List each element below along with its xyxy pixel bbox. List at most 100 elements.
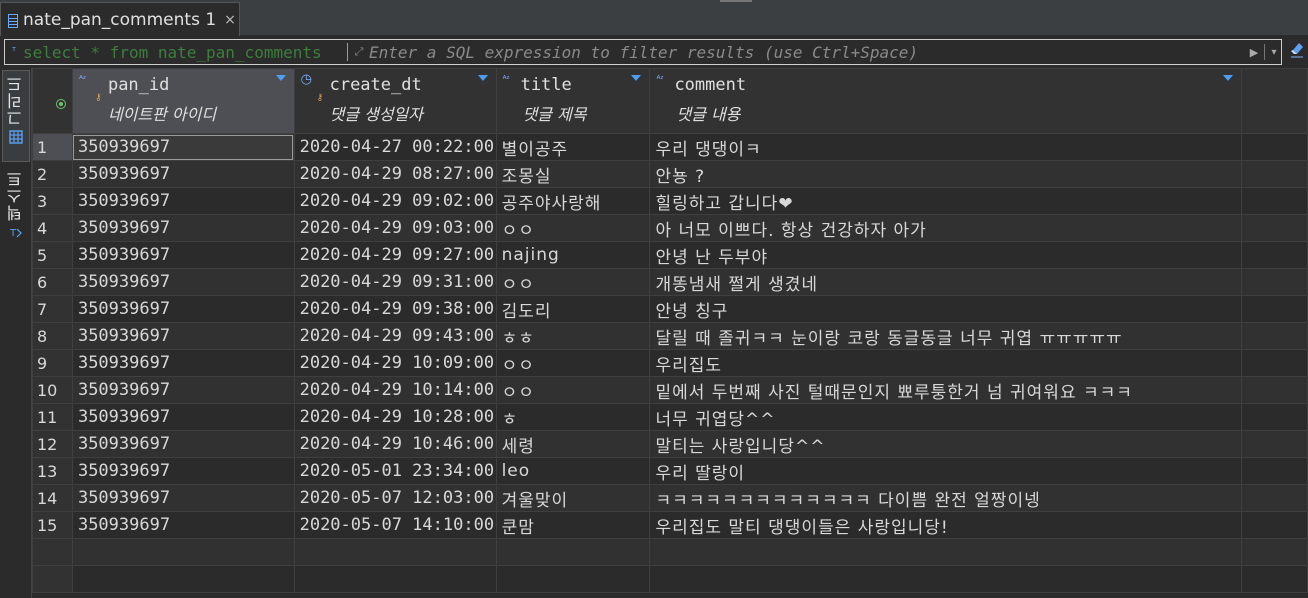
apply-filter-icon[interactable]: ▶ — [1246, 46, 1262, 59]
cell-create-dt[interactable]: 2020-05-07 14:10:00 — [293, 511, 497, 539]
sort-icon[interactable] — [275, 75, 286, 81]
sort-icon[interactable] — [1223, 75, 1234, 81]
cell-title[interactable]: ㅎㅎ — [495, 322, 651, 350]
row-number[interactable]: 14 — [32, 484, 73, 512]
row-number[interactable]: 8 — [32, 322, 73, 350]
row-number[interactable]: 7 — [32, 295, 73, 323]
chevron-down-icon[interactable]: ▾ — [1267, 47, 1281, 58]
cell-comment[interactable]: 아 너모 이쁘다. 항상 건강하자 아가 — [649, 214, 1243, 242]
cell-title[interactable]: 김도리 — [495, 295, 651, 323]
row-number[interactable]: 13 — [32, 457, 73, 485]
row-number-header[interactable] — [32, 68, 73, 134]
table-row[interactable]: 13 350939697 2020-05-01 23:34:00 leo 우리 딸랑이 — [32, 457, 1308, 485]
cell-create-dt[interactable]: 2020-04-29 10:46:00 — [293, 430, 497, 458]
cell-comment[interactable]: 우리 딸랑이 — [649, 457, 1243, 485]
cell-title[interactable]: 별이공주 — [495, 133, 651, 161]
panel-resize-handle[interactable] — [720, 0, 752, 2]
cell-pan-id[interactable]: 350939697 — [71, 403, 295, 431]
tab-grid[interactable]: 그리드 — [2, 70, 30, 162]
cell-title[interactable]: 겨울맞이 — [495, 484, 651, 512]
cell-title[interactable]: 공주야사랑해 — [495, 187, 651, 215]
table-row[interactable]: 6 350939697 2020-04-29 09:31:00 ㅇㅇ 개똥냄새 쩔게 생… — [32, 268, 1308, 296]
cell-title[interactable]: 쿤맘 — [495, 511, 651, 539]
row-number[interactable]: 10 — [32, 376, 73, 404]
cell-pan-id[interactable]: 350939697 — [71, 322, 295, 350]
cell-create-dt[interactable]: 2020-04-29 09:43:00 — [293, 322, 497, 350]
cell-title[interactable]: ㅇㅇ — [495, 376, 651, 404]
cell-pan-id[interactable]: 350939697 — [71, 268, 295, 296]
cell-pan-id[interactable]: 350939697 — [71, 430, 295, 458]
cell-pan-id[interactable]: 350939697 — [71, 376, 295, 404]
cell-create-dt[interactable]: 2020-04-29 09:38:00 — [293, 295, 497, 323]
sort-icon[interactable] — [477, 75, 488, 81]
cell-comment[interactable]: 달릴 때 졸귀ㅋㅋ 눈이랑 코랑 동글동글 너무 귀엽 ㅠㅠㅠㅠㅠ — [649, 322, 1243, 350]
cell-pan-id[interactable]: 350939697 — [71, 133, 295, 161]
cell-comment[interactable]: 안뇽 ? — [649, 160, 1243, 188]
cell-title[interactable]: ㅇㅇ — [495, 349, 651, 377]
table-row[interactable]: 8 350939697 2020-04-29 09:43:00 ㅎㅎ 달릴 때 졸귀ㅋㅋ… — [32, 322, 1308, 350]
cell-comment[interactable]: 밑에서 두번째 사진 털때문인지 뾰루퉁한거 넘 귀여워요 ㅋㅋㅋ — [649, 376, 1243, 404]
column-header-create-dt[interactable]: ◷ ⚷ create_dt 댓글 생성일자 — [293, 68, 497, 134]
cell-pan-id[interactable]: 350939697 — [71, 160, 295, 188]
cell-title[interactable]: najing — [495, 241, 651, 269]
cell-comment[interactable]: 우리 댕댕이ㅋ — [649, 133, 1243, 161]
cell-create-dt[interactable]: 2020-04-29 09:02:00 — [293, 187, 497, 215]
table-row[interactable]: 4 350939697 2020-04-29 09:03:00 ㅇㅇ 아 너모 이쁘다.… — [32, 214, 1308, 242]
expand-icon[interactable]: ⤢ — [351, 45, 367, 59]
cell-comment[interactable]: 우리집도 말티 댕댕이들은 사랑입니당! — [649, 511, 1243, 539]
filter-input[interactable] — [367, 41, 1246, 63]
table-row[interactable]: 5 350939697 2020-04-29 09:27:00 najing 안녕 난 … — [32, 241, 1308, 269]
row-number[interactable]: 2 — [32, 160, 73, 188]
row-number[interactable]: 12 — [32, 430, 73, 458]
table-row[interactable]: 15 350939697 2020-05-07 14:10:00 쿤맘 우리집도 말티 … — [32, 511, 1308, 539]
cell-title[interactable]: 조몽실 — [495, 160, 651, 188]
cell-create-dt[interactable]: 2020-04-29 10:28:00 — [293, 403, 497, 431]
row-number[interactable]: 6 — [32, 268, 73, 296]
cell-title[interactable]: leo — [495, 457, 651, 485]
cell-comment[interactable]: ㅋㅋㅋㅋㅋㅋㅋㅋㅋㅋㅋㅋㅋ 다이쁨 완전 얼짱이넹 — [649, 484, 1243, 512]
cell-pan-id[interactable]: 350939697 — [71, 241, 295, 269]
row-number[interactable]: 3 — [32, 187, 73, 215]
row-number[interactable]: 5 — [32, 241, 73, 269]
table-row[interactable]: 11 350939697 2020-04-29 10:28:00 ㅎ 너무 귀엽당^^ — [32, 403, 1308, 431]
cell-pan-id[interactable]: 350939697 — [71, 187, 295, 215]
tab-text[interactable]: 텍스트 T — [2, 166, 30, 252]
table-row[interactable]: 9 350939697 2020-04-29 10:09:00 ㅇㅇ 우리집도 — [32, 349, 1308, 377]
select-all-icon[interactable] — [56, 99, 66, 109]
cell-pan-id[interactable]: 350939697 — [71, 349, 295, 377]
cell-title[interactable]: ㅇㅇ — [495, 268, 651, 296]
cell-comment[interactable]: 우리집도 — [649, 349, 1243, 377]
cell-create-dt[interactable]: 2020-04-27 00:22:00 — [293, 133, 497, 161]
table-row[interactable]: 12 350939697 2020-04-29 10:46:00 세령 말티는 사랑입니… — [32, 430, 1308, 458]
cell-comment[interactable]: 개똥냄새 쩔게 생겼네 — [649, 268, 1243, 296]
close-icon[interactable]: × — [224, 12, 236, 28]
cell-create-dt[interactable]: 2020-04-29 08:27:00 — [293, 160, 497, 188]
cell-title[interactable]: 세령 — [495, 430, 651, 458]
cell-comment[interactable]: 안녕 난 두부야 — [649, 241, 1243, 269]
cell-comment[interactable]: 힐링하고 갑니다❤ — [649, 187, 1243, 215]
cell-create-dt[interactable]: 2020-04-29 09:27:00 — [293, 241, 497, 269]
row-number[interactable]: 15 — [32, 511, 73, 539]
table-row[interactable]: 1 350939697 2020-04-27 00:22:00 별이공주 우리 댕댕이ㅋ — [32, 133, 1308, 161]
cell-pan-id[interactable]: 350939697 — [71, 214, 295, 242]
cell-pan-id[interactable]: 350939697 — [71, 484, 295, 512]
results-tab[interactable]: nate_pan_comments 1 × — [0, 2, 240, 36]
table-row[interactable]: 2 350939697 2020-04-29 08:27:00 조몽실 안뇽 ? — [32, 160, 1308, 188]
row-number[interactable]: 1 — [32, 133, 73, 161]
cell-create-dt[interactable]: 2020-04-29 10:09:00 — [293, 349, 497, 377]
cell-pan-id[interactable]: 350939697 — [71, 511, 295, 539]
cell-create-dt[interactable]: 2020-04-29 09:31:00 — [293, 268, 497, 296]
table-row[interactable]: 3 350939697 2020-04-29 09:02:00 공주야사랑해 힐링하고 … — [32, 187, 1308, 215]
cell-title[interactable]: ㅎ — [495, 403, 651, 431]
column-header-comment[interactable]: ᴬᶻ comment 댓글 내용 — [649, 68, 1243, 134]
cell-pan-id[interactable]: 350939697 — [71, 457, 295, 485]
row-number[interactable]: 9 — [32, 349, 73, 377]
table-row[interactable]: 14 350939697 2020-05-07 12:03:00 겨울맞이 ㅋㅋㅋㅋㅋㅋ… — [32, 484, 1308, 512]
table-row[interactable]: 7 350939697 2020-04-29 09:38:00 김도리 안녕 칭구 — [32, 295, 1308, 323]
cell-comment[interactable]: 안녕 칭구 — [649, 295, 1243, 323]
cell-comment[interactable]: 말티는 사랑입니당^^ — [649, 430, 1243, 458]
cell-comment[interactable]: 너무 귀엽당^^ — [649, 403, 1243, 431]
table-row[interactable]: 10 350939697 2020-04-29 10:14:00 ㅇㅇ 밑에서 두번째 … — [32, 376, 1308, 404]
cell-create-dt[interactable]: 2020-05-07 12:03:00 — [293, 484, 497, 512]
results-grid[interactable]: ᴬᶻ ⚷ pan_id 네이트판 아이디 ◷ ⚷ create_dt 댓글 생성… — [32, 68, 1308, 598]
